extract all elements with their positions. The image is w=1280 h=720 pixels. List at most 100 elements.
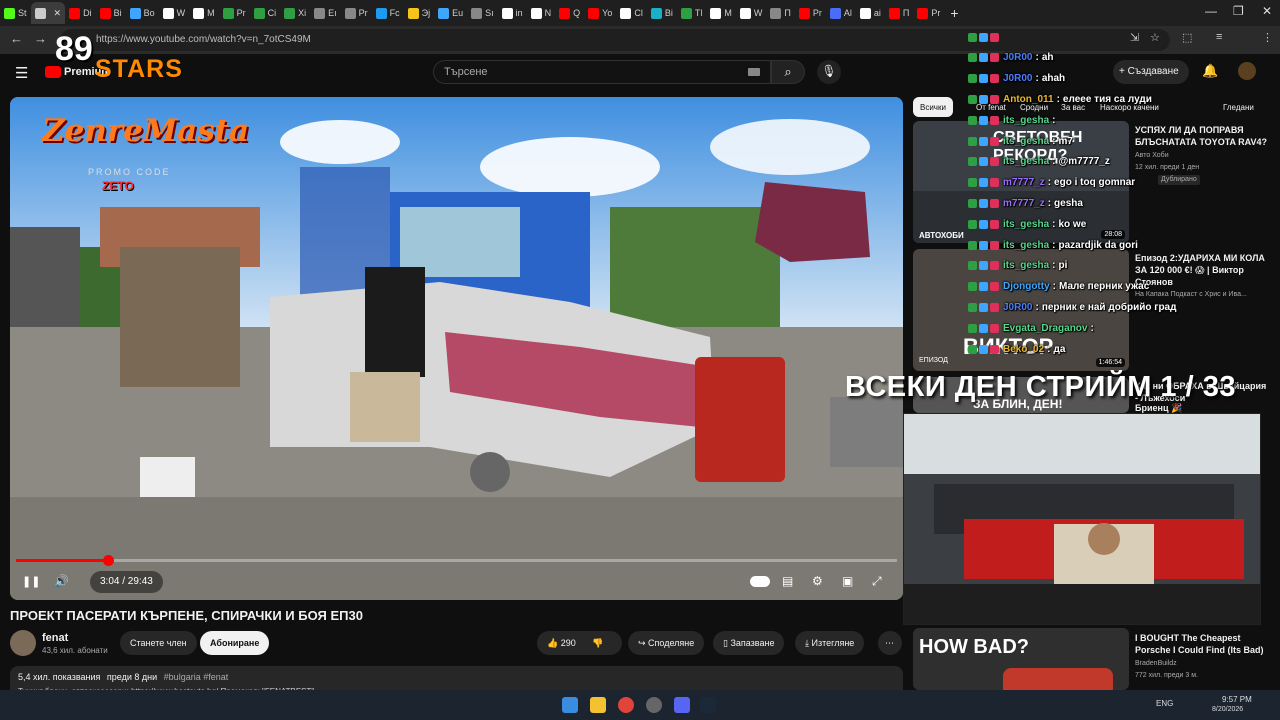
- tab-title: Tl: [694, 8, 703, 18]
- browser-tab[interactable]: Pr: [913, 2, 944, 24]
- browser-tab[interactable]: Eı: [310, 2, 341, 24]
- browser-tab[interactable]: Bi: [96, 2, 126, 24]
- tab-favicon-icon: [375, 7, 387, 19]
- rec-thumb-text: HOW BAD?: [919, 636, 1029, 658]
- subtitles-icon[interactable]: ▤: [782, 571, 793, 593]
- settings-gear-icon[interactable]: ⚙: [812, 571, 823, 593]
- input-language[interactable]: ENG: [1156, 699, 1173, 708]
- browser-tab[interactable]: in: [498, 2, 527, 24]
- browser-tab[interactable]: Yo: [584, 2, 616, 24]
- browser-tab[interactable]: П: [885, 2, 913, 24]
- scrubber-handle[interactable]: [102, 555, 114, 566]
- browser-tab[interactable]: Pr: [795, 2, 826, 24]
- chat-separator: :: [1035, 52, 1039, 64]
- chip-all[interactable]: Всички: [913, 97, 953, 117]
- tab-close-icon[interactable]: ✕: [54, 8, 62, 19]
- steam-icon[interactable]: [700, 697, 716, 713]
- browser-menu-icon[interactable]: ⋮: [1262, 31, 1273, 44]
- browser-tab[interactable]: Fc: [372, 2, 404, 24]
- chrome-icon[interactable]: [618, 697, 634, 713]
- browser-tab[interactable]: M: [189, 2, 219, 24]
- browser-tab[interactable]: Bi: [647, 2, 677, 24]
- thumbs-down-icon[interactable]: 👎: [592, 638, 603, 648]
- clock-time[interactable]: 9:57 PM: [1222, 695, 1252, 704]
- browser-tab[interactable]: Di: [65, 2, 96, 24]
- chat-badge-icon: [990, 94, 999, 104]
- search-button[interactable]: ⌕: [771, 60, 805, 84]
- subscribe-button[interactable]: Абониране: [200, 631, 270, 655]
- streamer-webcam: [903, 413, 1261, 625]
- chip-watched[interactable]: Гледани: [1216, 97, 1261, 117]
- browser-tab[interactable]: Cl: [616, 2, 647, 24]
- browser-tab[interactable]: Al: [826, 2, 856, 24]
- start-menu-icon[interactable]: [562, 697, 578, 713]
- browser-tab[interactable]: ✕: [30, 2, 66, 24]
- browser-tab[interactable]: M: [706, 2, 736, 24]
- rec-badge: Дублирано: [1158, 175, 1200, 185]
- browser-tab[interactable]: Tl: [677, 2, 707, 24]
- channel-avatar[interactable]: [10, 630, 36, 656]
- browser-tab[interactable]: Эj: [404, 2, 434, 24]
- forward-arrow-icon[interactable]: →: [34, 31, 47, 46]
- browser-tab[interactable]: Q: [555, 2, 584, 24]
- maximize-button[interactable]: ❐: [1233, 4, 1244, 18]
- tab-title: Bo: [143, 8, 155, 18]
- obs-icon[interactable]: [646, 697, 662, 713]
- browser-tab[interactable]: Ci: [250, 2, 281, 24]
- search-input[interactable]: Търсене: [433, 60, 771, 84]
- window-close-button[interactable]: ✕: [1262, 4, 1272, 18]
- browser-tab[interactable]: Pr: [219, 2, 250, 24]
- fullscreen-icon[interactable]: ⤢: [872, 571, 882, 593]
- extensions-icon[interactable]: ⬚: [1182, 31, 1192, 44]
- clock-date[interactable]: 8/20/2026: [1212, 706, 1243, 713]
- chat-username: Beko_02: [1003, 343, 1045, 355]
- browser-tab[interactable]: П: [766, 2, 794, 24]
- browser-tab[interactable]: Sı: [467, 2, 498, 24]
- browser-tab[interactable]: St: [0, 2, 31, 24]
- autoplay-toggle[interactable]: [750, 576, 770, 587]
- tab-favicon-icon: [284, 7, 296, 19]
- tab-favicon-icon: [739, 7, 751, 19]
- notifications-bell-icon[interactable]: 🔔: [1202, 63, 1218, 79]
- chat-badge-icon: [968, 198, 977, 208]
- new-tab-button[interactable]: +: [950, 5, 958, 21]
- browser-tab[interactable]: Eu: [434, 2, 467, 24]
- like-count[interactable]: 290: [561, 638, 576, 648]
- browser-tab[interactable]: Pr: [341, 2, 372, 24]
- hamburger-menu-icon[interactable]: ☰: [15, 64, 28, 82]
- share-label: Споделяне: [648, 638, 695, 648]
- pause-icon[interactable]: ❚❚: [22, 571, 40, 593]
- reading-list-icon[interactable]: ≡: [1216, 31, 1222, 43]
- share-button[interactable]: ↪ Споделяне: [628, 631, 705, 655]
- browser-tab[interactable]: Xi: [280, 2, 310, 24]
- browser-tab[interactable]: N: [527, 2, 556, 24]
- minimize-button[interactable]: —: [1205, 4, 1217, 18]
- rec-thumbnail[interactable]: HOW BAD?: [913, 628, 1129, 690]
- back-arrow-icon[interactable]: ←: [10, 31, 23, 46]
- more-actions-button[interactable]: ⋯: [878, 631, 902, 655]
- keyboard-icon[interactable]: [748, 68, 760, 76]
- file-explorer-icon[interactable]: [590, 697, 606, 713]
- hashtags[interactable]: #bulgaria #fenat: [164, 672, 229, 682]
- rec-title[interactable]: I BOUGHT The Cheapest Porsche I Could Fi…: [1135, 632, 1270, 656]
- save-button[interactable]: ▯ Запазване: [713, 631, 785, 655]
- thumbs-up-icon[interactable]: 👍: [547, 638, 558, 648]
- chat-text: pazardjik da gori: [1058, 239, 1138, 251]
- browser-tab[interactable]: ai: [856, 2, 885, 24]
- volume-icon[interactable]: 🔊: [54, 571, 69, 593]
- video-progress-bar[interactable]: [16, 555, 897, 566]
- join-button[interactable]: Станете член: [120, 631, 197, 655]
- chat-badge-icon: [979, 115, 988, 125]
- browser-tab[interactable]: W: [736, 2, 767, 24]
- account-avatar[interactable]: [1238, 62, 1256, 80]
- browser-tab[interactable]: W: [159, 2, 190, 24]
- description-box[interactable]: 5,4 хил. показвания преди 8 дни #bulgari…: [10, 666, 903, 696]
- chat-text: Мале перник ужас: [1059, 281, 1150, 293]
- discord-icon[interactable]: [674, 697, 690, 713]
- browser-tab[interactable]: Bo: [126, 2, 159, 24]
- download-button[interactable]: ⤓ Изтегляне: [795, 631, 865, 655]
- miniplayer-icon[interactable]: ▣: [842, 571, 853, 593]
- channel-name[interactable]: fenat: [42, 632, 68, 644]
- voice-search-button[interactable]: 🎙: [817, 60, 841, 84]
- rec-channel[interactable]: BradenBuildz: [1135, 659, 1177, 669]
